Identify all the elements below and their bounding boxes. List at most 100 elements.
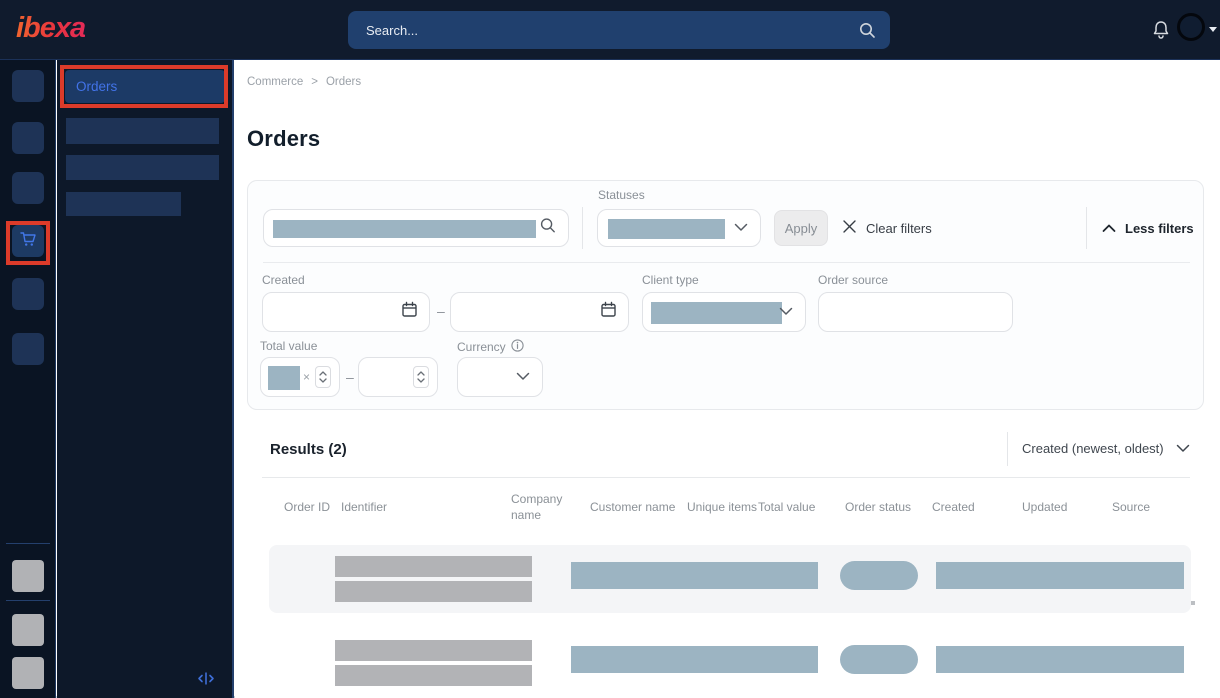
filter-divider bbox=[582, 207, 583, 249]
customer-placeholder bbox=[571, 562, 818, 589]
rail-item-1[interactable] bbox=[12, 70, 44, 102]
filter-row-divider bbox=[263, 262, 1190, 263]
created-from-input[interactable] bbox=[262, 292, 430, 332]
col-identifier[interactable]: Identifier bbox=[341, 499, 511, 515]
col-company-name[interactable]: Company name bbox=[511, 491, 590, 523]
total-value-min-input[interactable]: × bbox=[260, 357, 340, 397]
table-header-row: Order ID Identifier Company name Custome… bbox=[269, 488, 1191, 526]
sidebar-item-placeholder[interactable] bbox=[66, 192, 181, 216]
order-source-label: Order source bbox=[818, 273, 889, 287]
statuses-value-placeholder bbox=[608, 219, 725, 239]
rail-bottom-item-2[interactable] bbox=[12, 614, 44, 646]
col-created[interactable]: Created bbox=[932, 499, 1022, 515]
col-customer-name[interactable]: Customer name bbox=[590, 499, 687, 515]
less-filters-label: Less filters bbox=[1125, 220, 1194, 236]
statuses-label: Statuses bbox=[598, 188, 645, 202]
chevron-down-icon bbox=[1176, 441, 1190, 456]
breadcrumb: Commerce > Orders bbox=[247, 76, 361, 88]
sidebar-item-orders[interactable]: Orders bbox=[65, 70, 225, 103]
search-icon[interactable] bbox=[540, 218, 556, 239]
close-icon bbox=[842, 219, 857, 237]
sort-label: Created (newest, oldest) bbox=[1022, 441, 1164, 456]
number-stepper[interactable] bbox=[315, 366, 331, 388]
rail-item-6[interactable] bbox=[12, 333, 44, 365]
ibexa-logo[interactable]: ibexa bbox=[16, 12, 86, 45]
statuses-select[interactable] bbox=[597, 209, 761, 247]
filter-search-input[interactable] bbox=[263, 209, 569, 247]
col-unique-items[interactable]: Unique items bbox=[687, 499, 758, 515]
rail-item-5[interactable] bbox=[12, 278, 44, 310]
sort-dropdown[interactable]: Created (newest, oldest) bbox=[1022, 441, 1190, 456]
notifications-bell-icon[interactable] bbox=[1152, 20, 1170, 45]
clear-filters-button[interactable]: Clear filters bbox=[842, 210, 932, 246]
customer-placeholder bbox=[571, 646, 818, 673]
scroll-artifact bbox=[1191, 601, 1195, 605]
total-value-label: Total value bbox=[260, 339, 318, 353]
results-header-divider bbox=[262, 477, 1190, 478]
currency-label-wrap: Currency bbox=[457, 339, 524, 355]
rail-bottom-item-3[interactable] bbox=[12, 657, 44, 689]
apply-button-label: Apply bbox=[784, 220, 818, 236]
col-source[interactable]: Source bbox=[1112, 499, 1191, 515]
number-stepper[interactable] bbox=[413, 366, 429, 388]
info-icon[interactable] bbox=[511, 339, 524, 355]
order-status-badge bbox=[840, 561, 918, 590]
identifier-placeholder bbox=[335, 556, 532, 602]
table-row[interactable] bbox=[269, 545, 1191, 613]
table-row[interactable] bbox=[269, 629, 1191, 697]
global-search-placeholder: Search... bbox=[366, 22, 419, 38]
rail-item-2[interactable] bbox=[12, 122, 44, 154]
col-updated[interactable]: Updated bbox=[1022, 499, 1112, 515]
secondary-sidebar: Orders bbox=[57, 60, 234, 698]
nav-rail bbox=[0, 60, 56, 698]
calendar-icon[interactable] bbox=[401, 301, 418, 323]
breadcrumb-commerce[interactable]: Commerce bbox=[247, 76, 303, 88]
date-range-separator: – bbox=[437, 303, 445, 319]
sort-divider bbox=[1007, 432, 1008, 466]
user-menu-caret-icon[interactable] bbox=[1209, 27, 1217, 32]
chevron-down-icon bbox=[779, 303, 793, 321]
dates-placeholder bbox=[936, 646, 1184, 673]
rail-item-3[interactable] bbox=[12, 172, 44, 204]
top-bar: ibexa Search... bbox=[0, 0, 1220, 60]
rail-bottom-item-1[interactable] bbox=[12, 560, 44, 592]
rail-divider bbox=[6, 600, 50, 601]
client-type-select[interactable] bbox=[642, 292, 806, 332]
currency-select[interactable] bbox=[457, 357, 543, 397]
rail-item-commerce[interactable] bbox=[12, 225, 44, 257]
col-total-value[interactable]: Total value bbox=[758, 499, 845, 515]
order-source-input[interactable] bbox=[818, 292, 1013, 332]
clear-value-icon[interactable]: × bbox=[303, 370, 310, 384]
client-type-value-placeholder bbox=[651, 302, 782, 324]
total-value-min-placeholder bbox=[268, 366, 300, 390]
calendar-icon[interactable] bbox=[600, 301, 617, 323]
less-filters-button[interactable]: Less filters bbox=[1102, 210, 1194, 246]
col-order-id[interactable]: Order ID bbox=[284, 499, 341, 515]
main-content: Commerce > Orders Orders Statuses Apply … bbox=[235, 60, 1220, 698]
global-search-input[interactable]: Search... bbox=[348, 11, 890, 49]
rail-divider bbox=[6, 543, 50, 544]
sidebar-item-orders-label: Orders bbox=[76, 79, 118, 94]
identifier-placeholder bbox=[335, 640, 532, 686]
value-range-separator: – bbox=[346, 369, 354, 385]
user-avatar[interactable] bbox=[1177, 13, 1205, 41]
col-order-status[interactable]: Order status bbox=[845, 499, 932, 515]
dates-placeholder bbox=[936, 562, 1184, 589]
results-title: Results (2) bbox=[270, 441, 347, 458]
created-to-input[interactable] bbox=[450, 292, 629, 332]
search-icon[interactable] bbox=[859, 22, 876, 39]
sidebar-item-placeholder[interactable] bbox=[66, 118, 219, 144]
filters-panel: Statuses Apply Clear filters Less filter… bbox=[247, 180, 1204, 410]
breadcrumb-orders[interactable]: Orders bbox=[326, 76, 361, 88]
apply-button[interactable]: Apply bbox=[774, 210, 828, 246]
app-window: ibexa Search... Orders Commerce > Orders… bbox=[0, 0, 1220, 698]
page-title: Orders bbox=[247, 126, 321, 151]
shopping-cart-icon bbox=[18, 229, 38, 254]
total-value-max-input[interactable] bbox=[358, 357, 438, 397]
client-type-label: Client type bbox=[642, 273, 699, 287]
sidebar-item-placeholder[interactable] bbox=[66, 155, 219, 180]
collapse-sidebar-icon[interactable] bbox=[196, 671, 216, 691]
clear-filters-label: Clear filters bbox=[866, 220, 932, 236]
created-label: Created bbox=[262, 273, 305, 287]
chevron-down-icon bbox=[516, 368, 530, 386]
